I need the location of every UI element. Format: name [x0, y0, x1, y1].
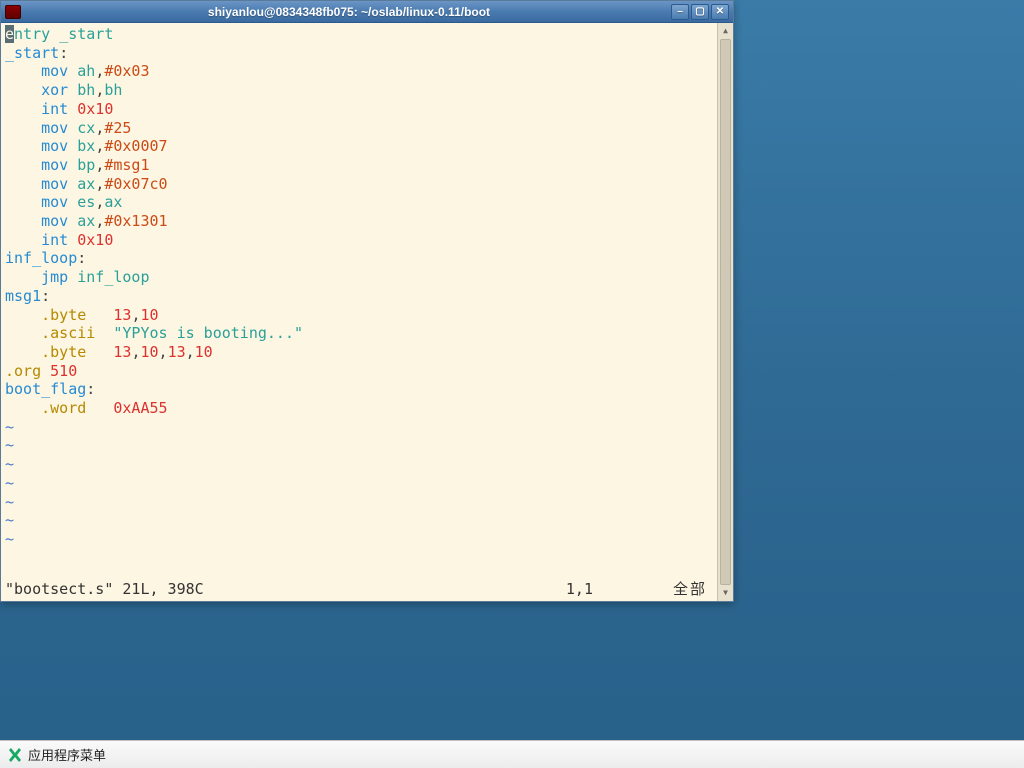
code-line[interactable]: msg1: [5, 287, 715, 306]
code-line[interactable]: mov ah,#0x03 [5, 62, 715, 81]
status-position: 1,1 [566, 580, 593, 599]
taskbar[interactable]: 应用程序菜单 [0, 740, 1024, 768]
vim-tilde: ~ [5, 474, 715, 493]
code-line[interactable]: .byte 13,10,13,10 [5, 343, 715, 362]
code-line[interactable]: .word 0xAA55 [5, 399, 715, 418]
code-line[interactable]: .byte 13,10 [5, 306, 715, 325]
vim-tilde: ~ [5, 530, 715, 549]
app-menu-label[interactable]: 应用程序菜单 [28, 745, 106, 764]
titlebar[interactable]: shiyanlou@0834348fb075: ~/oslab/linux-0.… [1, 1, 733, 23]
code-line[interactable]: _start: [5, 44, 715, 63]
terminal-app-icon [5, 5, 21, 19]
code-line[interactable]: mov es,ax [5, 193, 715, 212]
code-line[interactable]: xor bh,bh [5, 81, 715, 100]
scroll-thumb[interactable] [720, 39, 731, 585]
scroll-up-arrow[interactable]: ▲ [718, 23, 733, 39]
code-lines[interactable]: entry _start_start: mov ah,#0x03 xor bh,… [5, 25, 715, 549]
code-line[interactable]: mov ax,#0x1301 [5, 212, 715, 231]
window-title: shiyanlou@0834348fb075: ~/oslab/linux-0.… [27, 5, 671, 19]
minimize-button[interactable]: – [671, 4, 689, 20]
code-line[interactable]: jmp inf_loop [5, 268, 715, 287]
vim-tilde: ~ [5, 418, 715, 437]
xfce-menu-icon[interactable] [8, 747, 22, 763]
vim-tilde: ~ [5, 455, 715, 474]
code-line[interactable]: .ascii "YPYos is booting..." [5, 324, 715, 343]
vim-status-line: "bootsect.s" 21L, 398C 1,1 全部 [5, 580, 715, 599]
code-line[interactable]: int 0x10 [5, 231, 715, 250]
code-line[interactable]: mov bp,#msg1 [5, 156, 715, 175]
code-line[interactable]: .org 510 [5, 362, 715, 381]
code-line[interactable]: entry _start [5, 25, 715, 44]
vim-tilde: ~ [5, 493, 715, 512]
code-line[interactable]: int 0x10 [5, 100, 715, 119]
status-file: "bootsect.s" 21L, 398C [5, 580, 204, 599]
vim-editor[interactable]: entry _start_start: mov ah,#0x03 xor bh,… [1, 23, 733, 601]
window-controls: – ▢ ✕ [671, 4, 729, 20]
vim-tilde: ~ [5, 436, 715, 455]
code-line[interactable]: inf_loop: [5, 249, 715, 268]
terminal-window: shiyanlou@0834348fb075: ~/oslab/linux-0.… [0, 0, 734, 602]
scrollbar[interactable]: ▲ ▼ [717, 23, 733, 601]
code-line[interactable]: mov ax,#0x07c0 [5, 175, 715, 194]
status-percent: 全部 [673, 580, 707, 599]
editor-content[interactable]: entry _start_start: mov ah,#0x03 xor bh,… [5, 25, 715, 577]
code-line[interactable]: mov bx,#0x0007 [5, 137, 715, 156]
scroll-down-arrow[interactable]: ▼ [718, 585, 733, 601]
vim-tilde: ~ [5, 511, 715, 530]
maximize-button[interactable]: ▢ [691, 4, 709, 20]
code-line[interactable]: boot_flag: [5, 380, 715, 399]
code-line[interactable]: mov cx,#25 [5, 119, 715, 138]
close-button[interactable]: ✕ [711, 4, 729, 20]
